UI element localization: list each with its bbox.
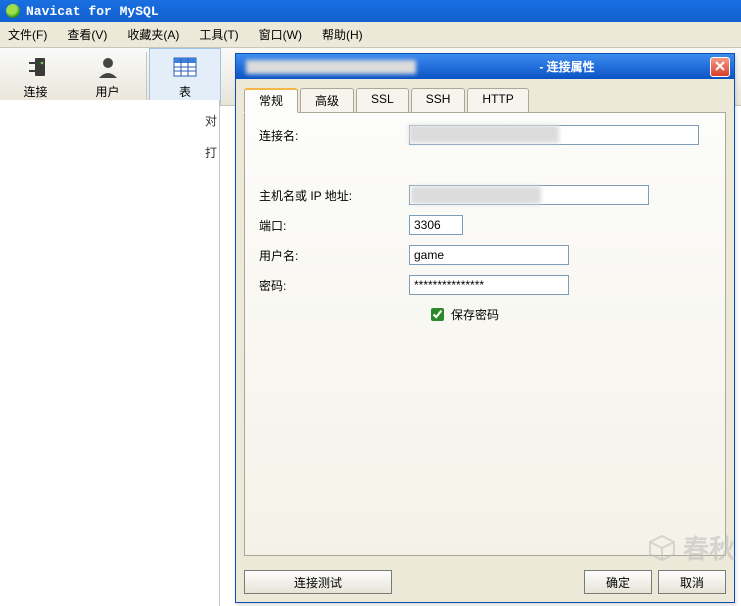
connection-properties-dialog: - 连接属性 常规 高级 SSL SSH HTTP 连接名: 主机名或 (235, 53, 735, 603)
ok-button[interactable]: 确定 (584, 570, 652, 594)
password-input[interactable] (409, 275, 569, 295)
side-label-a: 对 (205, 112, 217, 129)
username-label: 用户名: (259, 247, 409, 264)
toolbar-connection-label: 连接 (23, 83, 47, 100)
dialog-footer: 连接测试 确定 取消 (244, 570, 726, 594)
cancel-button[interactable]: 取消 (658, 570, 726, 594)
toolbar-table-button[interactable]: 表 (149, 48, 221, 105)
toolbar-user-button[interactable]: 用户 (72, 48, 144, 105)
redacted-region (409, 125, 559, 143)
dialog-titlebar[interactable]: - 连接属性 (236, 54, 734, 79)
tab-http[interactable]: HTTP (467, 88, 528, 113)
menu-view[interactable]: 查看(V) (63, 24, 111, 45)
tab-ssl[interactable]: SSL (356, 88, 409, 113)
toolbar-separator (146, 52, 147, 101)
menu-fav[interactable]: 收藏夹(A) (123, 24, 183, 45)
save-password-checkbox[interactable] (431, 308, 444, 321)
menu-tools[interactable]: 工具(T) (195, 24, 242, 45)
tab-advanced[interactable]: 高级 (300, 88, 354, 113)
port-label: 端口: (259, 217, 409, 234)
username-input[interactable] (409, 245, 569, 265)
user-icon (93, 54, 123, 80)
toolbar-user-label: 用户 (95, 83, 119, 100)
dialog-tabs: 常规 高级 SSL SSH HTTP (244, 87, 726, 112)
tab-ssh[interactable]: SSH (411, 88, 466, 113)
save-password-label: 保存密码 (451, 306, 499, 323)
tab-panel-general: 连接名: 主机名或 IP 地址: 端口: 用户名: (244, 112, 726, 556)
host-label: 主机名或 IP 地址: (259, 187, 409, 204)
main-titlebar: Navicat for MySQL (0, 0, 741, 22)
menu-bar: 文件(F) 查看(V) 收藏夹(A) 工具(T) 窗口(W) 帮助(H) (0, 22, 741, 48)
table-icon (170, 54, 200, 80)
connection-tree-pane: 对 打 (0, 100, 220, 606)
menu-help[interactable]: 帮助(H) (318, 24, 367, 45)
app-icon (6, 4, 20, 18)
side-label-b: 打 (205, 144, 217, 161)
test-connection-button[interactable]: 连接测试 (244, 570, 392, 594)
redacted-region (411, 186, 541, 204)
toolbar-table-label: 表 (179, 83, 191, 100)
tab-general[interactable]: 常规 (244, 88, 298, 113)
port-input[interactable] (409, 215, 463, 235)
dialog-title: - 连接属性 (539, 58, 594, 75)
close-button[interactable] (710, 57, 730, 77)
redacted-region (246, 60, 416, 74)
connection-name-label: 连接名: (259, 127, 409, 144)
password-label: 密码: (259, 277, 409, 294)
close-icon (714, 60, 726, 75)
menu-window[interactable]: 窗口(W) (255, 24, 306, 45)
dialog-body: 常规 高级 SSL SSH HTTP 连接名: 主机名或 IP 地址: (236, 79, 734, 602)
plug-icon (21, 54, 51, 80)
menu-file[interactable]: 文件(F) (4, 24, 51, 45)
app-title: Navicat for MySQL (26, 4, 159, 19)
toolbar-connection-button[interactable]: 连接 (0, 48, 72, 105)
